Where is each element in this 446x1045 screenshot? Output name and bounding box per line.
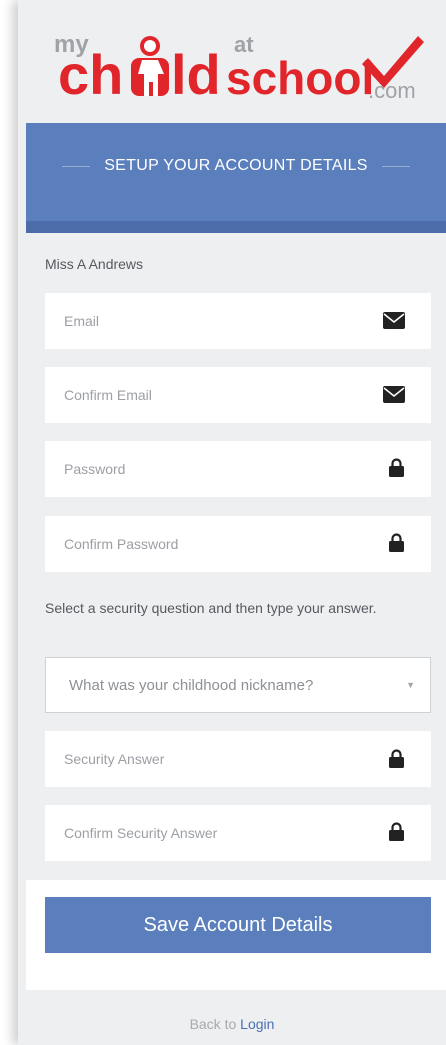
confirm-password-field[interactable]	[45, 516, 431, 572]
security-help-text: Select a security question and then type…	[45, 600, 377, 616]
envelope-icon	[383, 386, 405, 403]
header-rule-right	[381, 165, 410, 167]
child-figure-icon	[131, 36, 169, 96]
user-name: Miss A Andrews	[45, 256, 144, 272]
lock-icon	[389, 822, 404, 841]
header-title: SETUP YOUR ACCOUNT DETAILS	[104, 157, 368, 174]
email-field[interactable]	[45, 293, 431, 349]
footer-back-to-login: Back to Login	[18, 1016, 446, 1032]
save-account-details-button[interactable]: Save Account Details	[45, 897, 431, 953]
dropdown-arrow-icon: ▼	[406, 680, 415, 690]
envelope-icon	[383, 312, 405, 329]
setup-header: SETUP YOUR ACCOUNT DETAILS	[26, 123, 446, 233]
lock-icon	[389, 749, 404, 768]
logo-school: school	[226, 52, 374, 104]
confirm-email-field[interactable]	[45, 367, 431, 423]
password-field[interactable]	[45, 441, 431, 497]
lock-icon	[389, 533, 404, 552]
footer-prefix: Back to	[189, 1016, 241, 1032]
myChildAtSchool-logo: my ch ld at school .com	[54, 31, 424, 106]
login-link[interactable]: Login	[240, 1016, 274, 1032]
selected-question: What was your childhood nickname?	[69, 676, 314, 694]
logo-ch: ch	[58, 43, 123, 106]
header-rule-left	[62, 165, 91, 167]
signup-panel: my ch ld at school .com SETUP YOUR ACCOU…	[18, 0, 446, 1045]
security-answer-field[interactable]	[45, 731, 431, 787]
logo-com: .com	[368, 78, 416, 103]
logo-ld: ld	[171, 43, 221, 106]
security-question-select[interactable]: What was your childhood nickname? ▼	[45, 657, 431, 713]
lock-icon	[389, 458, 404, 477]
confirm-security-answer-field[interactable]	[45, 805, 431, 861]
